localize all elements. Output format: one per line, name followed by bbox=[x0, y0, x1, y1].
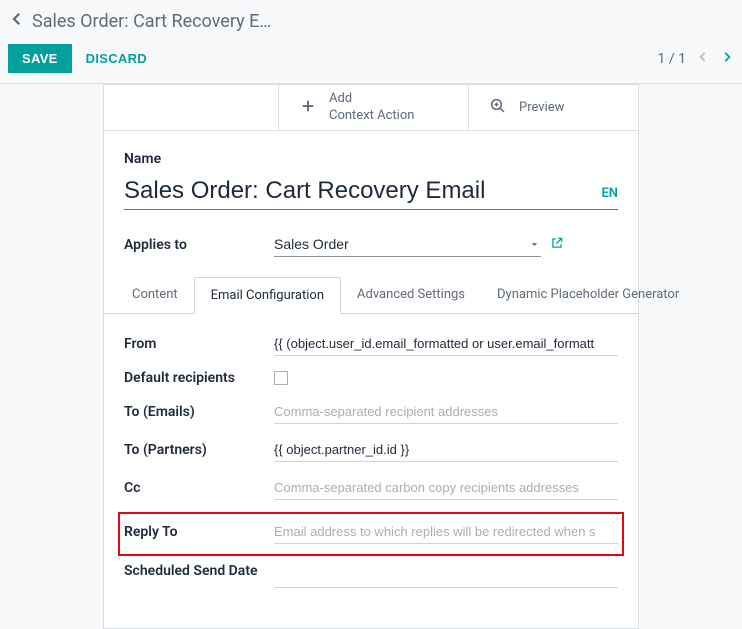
from-label: From bbox=[124, 336, 274, 352]
default-recipients-label: Default recipients bbox=[124, 370, 274, 386]
add-label-bottom: Context Action bbox=[329, 108, 414, 125]
to-emails-label: To (Emails) bbox=[124, 404, 274, 420]
chevron-down-icon[interactable] bbox=[529, 235, 540, 254]
add-context-action-button[interactable]: Add Context Action bbox=[278, 85, 468, 130]
from-input[interactable] bbox=[274, 332, 618, 356]
magnify-plus-icon bbox=[489, 97, 507, 119]
pager-next-icon[interactable] bbox=[720, 49, 734, 68]
default-recipients-checkbox[interactable] bbox=[274, 371, 288, 385]
save-button[interactable]: SAVE bbox=[8, 44, 72, 73]
to-partners-input[interactable] bbox=[274, 438, 618, 462]
tab-dynamic-placeholder[interactable]: Dynamic Placeholder Generator bbox=[481, 277, 695, 313]
cc-label: Cc bbox=[124, 480, 274, 496]
reply-to-highlight: Reply To bbox=[118, 512, 624, 556]
pager-text: 1 / 1 bbox=[658, 51, 686, 67]
discard-button[interactable]: DISCARD bbox=[72, 44, 161, 73]
notebook-tabs: Content Email Configuration Advanced Set… bbox=[104, 277, 638, 314]
breadcrumb: Sales Order: Cart Recovery E… bbox=[0, 0, 742, 38]
external-link-icon[interactable] bbox=[550, 235, 564, 254]
scheduled-send-date-label: Scheduled Send Date bbox=[124, 562, 274, 580]
cc-input[interactable] bbox=[274, 476, 618, 500]
form-sheet: Add Context Action Preview Name EN bbox=[103, 84, 639, 629]
plus-icon bbox=[299, 97, 317, 119]
toolbar-spacer bbox=[104, 85, 278, 130]
pager-prev-icon[interactable] bbox=[696, 49, 710, 68]
to-partners-label: To (Partners) bbox=[124, 442, 274, 458]
name-input[interactable] bbox=[124, 175, 589, 209]
preview-label: Preview bbox=[519, 100, 564, 115]
tab-email-configuration[interactable]: Email Configuration bbox=[194, 277, 341, 314]
to-emails-input[interactable] bbox=[274, 400, 618, 424]
scheduled-send-date-input[interactable] bbox=[274, 564, 618, 588]
tab-content[interactable]: Content bbox=[116, 277, 194, 313]
applies-to-input[interactable] bbox=[274, 232, 541, 257]
reply-to-label: Reply To bbox=[124, 524, 274, 540]
applies-to-label: Applies to bbox=[124, 237, 274, 253]
preview-button[interactable]: Preview bbox=[468, 85, 638, 130]
sheet-toolbar: Add Context Action Preview bbox=[104, 85, 638, 131]
back-arrow-icon[interactable] bbox=[8, 10, 26, 32]
breadcrumb-title: Sales Order: Cart Recovery E… bbox=[32, 11, 271, 32]
reply-to-input[interactable] bbox=[274, 520, 618, 544]
pager: 1 / 1 bbox=[658, 49, 734, 68]
add-label-top: Add bbox=[329, 91, 414, 108]
language-badge[interactable]: EN bbox=[601, 186, 618, 209]
name-label: Name bbox=[124, 151, 274, 167]
action-bar: SAVE DISCARD 1 / 1 bbox=[0, 38, 742, 84]
tab-advanced-settings[interactable]: Advanced Settings bbox=[341, 277, 481, 313]
